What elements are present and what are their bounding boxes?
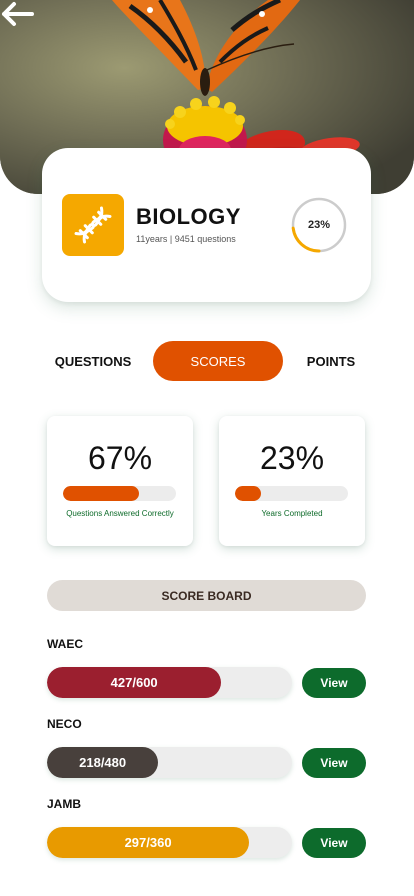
exam-score-fill: 218/480 xyxy=(47,747,159,778)
view-button-waec[interactable]: View xyxy=(302,668,366,698)
stat-card-years: 23% Years Completed xyxy=(219,416,365,546)
exam-score-bar-neco: 218/480 xyxy=(47,747,292,778)
stat-progress-fill xyxy=(235,486,261,501)
stat-label: Years Completed xyxy=(261,509,323,518)
subject-card: BIOLOGY 11years | 9451 questions 23% xyxy=(42,148,371,302)
stat-card-correct: 67% Questions Answered Correctly xyxy=(47,416,193,546)
stat-value: 23% xyxy=(259,440,325,476)
exam-label-neco: NECO xyxy=(47,717,82,731)
scoreboard-header: SCORE BOARD xyxy=(47,580,366,611)
exam-score-fill: 427/600 xyxy=(47,667,222,698)
exam-label-waec: WAEC xyxy=(47,637,83,651)
stat-label: Questions Answered Correctly xyxy=(66,509,174,518)
tab-scores[interactable]: SCORES xyxy=(153,341,283,381)
stat-value: 67% xyxy=(87,440,153,476)
stat-progress-bar xyxy=(235,486,348,501)
exam-score-bar-jamb: 297/360 xyxy=(47,827,292,858)
view-button-neco[interactable]: View xyxy=(302,748,366,778)
exam-score-fill: 297/360 xyxy=(47,827,250,858)
subject-progress-label: 23% xyxy=(307,219,331,231)
subject-progress-ring: 23% xyxy=(290,196,348,254)
stat-progress-bar xyxy=(63,486,176,501)
stat-progress-fill xyxy=(63,486,139,501)
exam-label-jamb: JAMB xyxy=(47,797,82,811)
exam-score-bar-waec: 427/600 xyxy=(47,667,292,698)
subject-title: BIOLOGY xyxy=(136,204,241,229)
subject-meta: 11years | 9451 questions xyxy=(136,234,236,244)
tab-questions[interactable]: QUESTIONS xyxy=(46,341,140,381)
dna-icon xyxy=(62,194,124,256)
view-button-jamb[interactable]: View xyxy=(302,828,366,858)
tab-points[interactable]: POINTS xyxy=(296,341,366,381)
back-arrow-icon[interactable] xyxy=(0,0,36,28)
